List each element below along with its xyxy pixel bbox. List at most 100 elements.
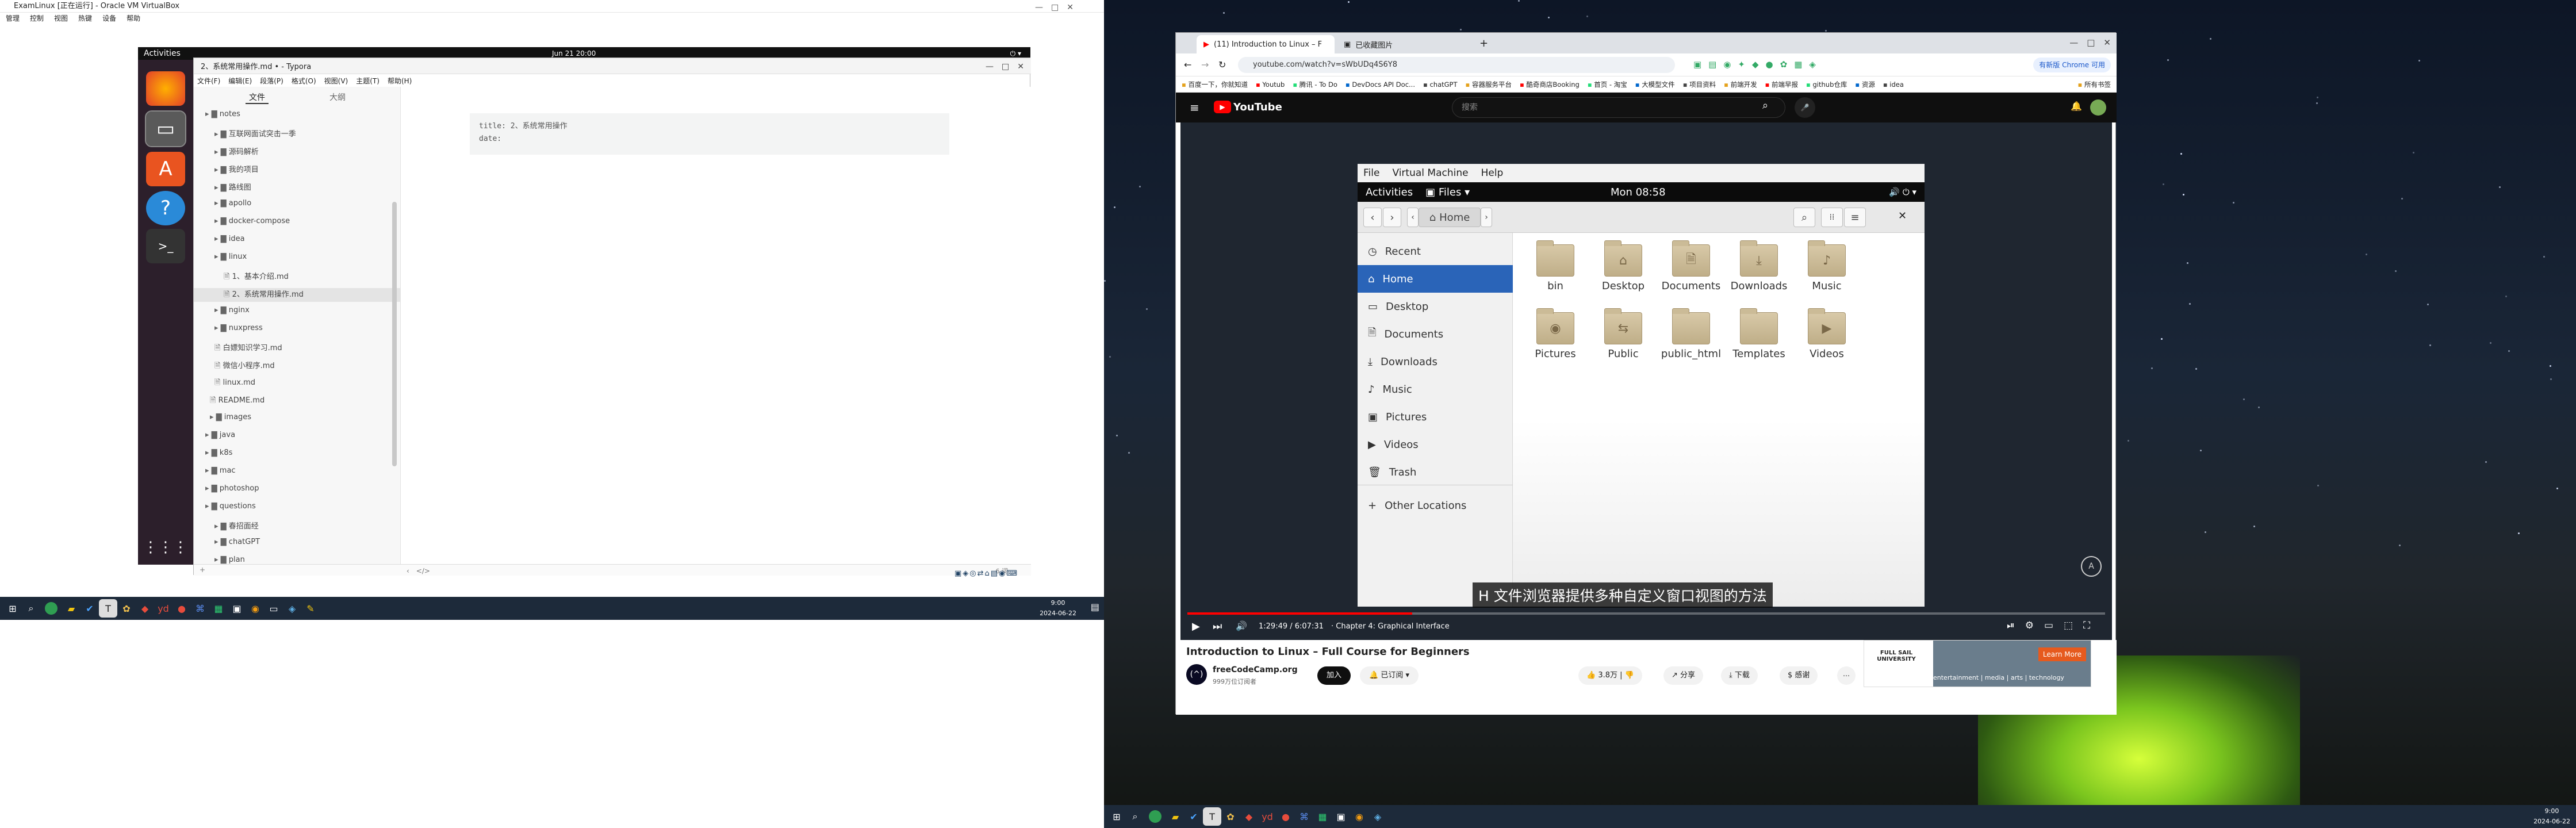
menu-paragraph[interactable]: 段落(P) (260, 76, 283, 86)
tree-item[interactable]: ▸ ▇ java (205, 431, 235, 439)
bookmark-item[interactable]: ▪ 所有书签 (2078, 80, 2111, 89)
typora-editor[interactable]: title: 2、系统常用操作 date: (401, 87, 1031, 564)
tree-item[interactable]: ▸ ▇ idea (214, 235, 245, 243)
forward-icon[interactable]: → (1201, 59, 1209, 70)
app-icon[interactable]: ● (172, 599, 191, 618)
next-icon[interactable]: ⏭ (1213, 620, 1222, 632)
tree-item[interactable]: ▸ ▇ apollo (214, 199, 251, 208)
app-grid-icon[interactable]: ⋮⋮⋮ (143, 530, 188, 565)
update-chrome-button[interactable]: 有新版 Chrome 可用 (2033, 57, 2111, 72)
tree-item[interactable]: ▸ ▇ 春招面经 (214, 520, 259, 531)
tab-collected-images[interactable]: ▣ 已收藏图片 (1337, 35, 1475, 53)
app-icon[interactable]: ◈ (283, 599, 301, 618)
bookmark-item[interactable]: ▪ DevDocs API Doc... (1346, 80, 1415, 89)
activities-button[interactable]: Activities (144, 49, 181, 58)
volume-icon[interactable]: 🔊 (1236, 620, 1247, 631)
system-tray-icon[interactable]: ⏻ ▾ (1010, 49, 1021, 58)
app-icon[interactable]: ▦ (1313, 807, 1332, 826)
tab-files[interactable]: 文件 (246, 91, 269, 104)
app-icon[interactable]: ⌘ (191, 599, 209, 618)
tree-item[interactable]: 🗎 2、系统常用操作.md (194, 288, 401, 302)
files-icon[interactable]: ▭ (145, 110, 186, 147)
windows-start-icon[interactable]: ⊞ (3, 599, 22, 618)
add-file-icon[interactable]: + (200, 566, 205, 574)
app-icon[interactable]: ◉ (246, 599, 264, 618)
tree-item[interactable]: 🗎 README.md (210, 395, 264, 408)
tab-outline[interactable]: 大纲 (329, 91, 346, 103)
channel-watermark-icon[interactable]: A (2081, 556, 2102, 577)
app-icon[interactable]: ◆ (1240, 807, 1258, 826)
tree-item[interactable]: ▸ ▇ notes (205, 110, 240, 118)
tab-youtube[interactable]: ▶ (11) Introduction to Linux – F (1197, 35, 1335, 53)
menu-file[interactable]: 文件(F) (197, 76, 220, 86)
notifications-icon[interactable]: 🔔 (2071, 101, 2082, 112)
tree-item[interactable]: ▸ ▇ chatGPT (214, 538, 260, 546)
tree-item[interactable]: 🗎 微信小程序.md (214, 359, 275, 373)
bookmark-item[interactable]: ▪ 前端早报 (1765, 80, 1798, 89)
vm-clock[interactable]: Jun 21 20:00 (552, 49, 596, 57)
app-icon[interactable]: ◉ (1350, 807, 1368, 826)
share-button[interactable]: ↗ 分享 (1663, 666, 1704, 685)
bookmark-item[interactable]: ▪ Youtub (1256, 80, 1285, 89)
bookmark-item[interactable]: ▪ 资源 (1855, 80, 1874, 89)
tree-item[interactable]: ▸ ▇ nginx (214, 306, 250, 315)
avatar[interactable] (2090, 99, 2106, 116)
player-right-icons[interactable]: ⏯⚙▭⬚⛶ (2007, 620, 2100, 631)
youdao-icon[interactable]: yd (1258, 807, 1276, 826)
url-input[interactable]: youtube.com/watch?v=sWbUDq4S6Y8 (1238, 57, 1675, 73)
bookmark-item[interactable]: ▪ 大模型文件 (1635, 80, 1675, 89)
tree-item[interactable]: ▸ ▇ nuxpress (214, 324, 263, 332)
app-icon[interactable]: ▦ (209, 599, 228, 618)
tree-item[interactable]: ▸ ▇ docker-compose (214, 217, 290, 225)
tree-item[interactable]: ▸ ▇ k8s (205, 448, 232, 457)
source-toggle-icon[interactable]: ‹ </> (407, 566, 430, 576)
vbox-menu-item[interactable]: 设备 (102, 13, 116, 23)
youtube-logo-icon[interactable]: ▶ (1214, 101, 1231, 113)
window-controls[interactable]: — □ ✕ (2069, 36, 2111, 48)
menu-format[interactable]: 格式(O) (292, 76, 316, 86)
download-button[interactable]: ⤓ 下载 (1721, 666, 1758, 685)
firefox-icon[interactable] (146, 71, 185, 106)
like-button[interactable]: 👍 3.8万 | 👎 (1578, 666, 1642, 685)
bookmark-item[interactable]: ▪ 百度一下，你就知道 (1182, 80, 1248, 89)
menu-theme[interactable]: 主题(T) (356, 76, 379, 86)
bookmark-item[interactable]: ▪ 前端开发 (1724, 80, 1757, 89)
bookmark-item[interactable]: ▪ 容器服务平台 (1466, 80, 1512, 89)
more-icon[interactable]: ⋯ (1837, 666, 1856, 685)
app-icon[interactable]: ▣ (228, 599, 246, 618)
scrollbar[interactable] (392, 202, 397, 466)
typora-taskbar-icon[interactable]: T (1203, 807, 1221, 826)
tree-item[interactable]: 🗎 1、基本介绍.md (224, 270, 289, 284)
terminal-icon[interactable]: >_ (146, 229, 185, 263)
window-controls[interactable]: — □ ✕ (1035, 1, 1074, 13)
chrome-icon[interactable] (45, 602, 57, 615)
bookmark-item[interactable]: ▪ idea (1883, 80, 1904, 89)
vbox-menu-item[interactable]: 热键 (78, 13, 92, 23)
bookmark-item[interactable]: ▪ 酷奇商店Booking (1520, 80, 1580, 89)
notification-icon[interactable]: ▤ (1091, 601, 1099, 612)
vbox-menu-item[interactable]: 管理 (6, 13, 20, 23)
app-icon[interactable]: ▭ (264, 599, 283, 618)
tree-item[interactable]: ▸ ▇ mac (205, 466, 236, 475)
app-icon[interactable]: ✿ (1221, 807, 1240, 826)
play-icon[interactable]: ▶ (1192, 620, 1200, 632)
app-icon[interactable]: ⌘ (1295, 807, 1313, 826)
video-player[interactable]: File Virtual Machine Help Activities ▣ F… (1180, 122, 2112, 640)
thanks-button[interactable]: $ 感谢 (1780, 666, 1818, 685)
voice-search-icon[interactable]: 🎤 (1795, 97, 1815, 118)
tree-item[interactable]: ▸ ▇ linux (214, 252, 247, 261)
app-icon[interactable]: ▣ (1332, 807, 1350, 826)
window-controls[interactable]: — □ ✕ (986, 60, 1024, 72)
bookmark-item[interactable]: ▪ 项目资料 (1683, 80, 1716, 89)
vbox-menu-item[interactable]: 控制 (30, 13, 44, 23)
yaml-front-matter[interactable]: title: 2、系统常用操作 date: (470, 113, 949, 155)
bookmark-item[interactable]: ▪ github仓库 (1806, 80, 1847, 89)
typora-taskbar-icon[interactable]: T (99, 599, 117, 618)
new-tab-icon[interactable]: + (1479, 37, 1488, 49)
tree-item[interactable]: ▸ ▇ plan (214, 555, 245, 564)
vbox-menu-item[interactable]: 帮助 (126, 13, 140, 23)
menu-view[interactable]: 视图(V) (324, 76, 348, 86)
software-icon[interactable]: A (146, 152, 185, 186)
bookmark-item[interactable]: ▪ 腾讯 - To Do (1293, 80, 1337, 89)
tree-item[interactable]: ▸ ▇ images (210, 413, 251, 421)
